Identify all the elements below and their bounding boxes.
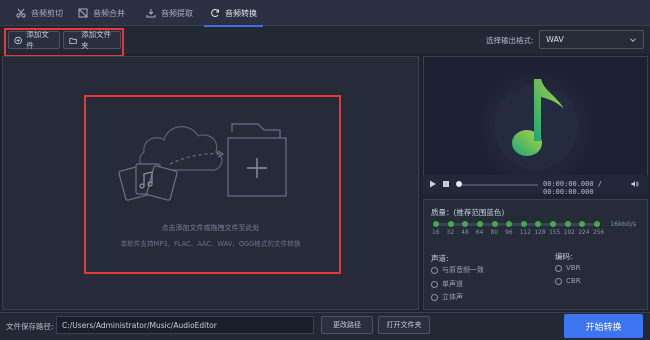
radio-circle xyxy=(431,293,438,301)
encoding-label: 编码: xyxy=(555,252,573,261)
quality-unit: 16kbit/s xyxy=(610,220,637,228)
add-file-label: 添加文件 xyxy=(26,30,49,50)
quality-tick-label: 224 xyxy=(578,230,590,236)
quality-tick-label: 64 xyxy=(475,230,484,236)
drop-illustration xyxy=(118,123,287,201)
channel-option-label: 立体声 xyxy=(442,293,463,301)
start-convert-button[interactable]: 开始转换 xyxy=(564,314,643,338)
quality-tick-label: 96 xyxy=(505,230,513,236)
quality-tick-label: 16 xyxy=(432,230,440,236)
tab-audio-convert[interactable]: 音频转换 xyxy=(204,0,263,27)
quality-dot[interactable] xyxy=(564,221,571,227)
extract-icon xyxy=(146,9,156,18)
quality-dot[interactable] xyxy=(476,221,483,227)
tab-audio-merge-label: 音频合并 xyxy=(93,8,125,18)
quality-dot[interactable] xyxy=(433,221,439,227)
playback-timeline[interactable] xyxy=(458,184,538,186)
preview-panel xyxy=(423,56,648,194)
open-folder-button[interactable]: 打开文件夹 xyxy=(378,316,430,334)
encoding-option-label: CBR xyxy=(566,277,581,285)
supported-formats-text: 本软件支持MP3、FLAC、AAC、WAV、OGG格式的文件转换 xyxy=(120,240,301,248)
merge-icon xyxy=(78,8,88,18)
scissors-icon xyxy=(16,8,26,18)
radio-circle xyxy=(555,277,562,285)
quality-tick-label: 155 xyxy=(549,230,561,236)
folder-icon xyxy=(69,37,77,44)
quality-tick-label: 112 xyxy=(519,230,531,236)
tab-audio-cut[interactable]: 音频剪切 xyxy=(16,0,63,26)
music-note-icon xyxy=(474,65,598,189)
convert-icon xyxy=(211,8,219,17)
play-icon[interactable] xyxy=(429,180,437,188)
output-format-value: WAV xyxy=(546,35,564,44)
tab-audio-merge[interactable]: 音频合并 xyxy=(78,0,125,26)
encoding-option-vbr[interactable]: VBR xyxy=(555,264,580,272)
output-format-label: 选择输出格式: xyxy=(486,36,534,45)
drag-arrow-icon xyxy=(169,153,223,165)
channel-option-label: 单声道 xyxy=(442,280,463,288)
channel-option-label: 与原音频一致 xyxy=(442,266,484,274)
add-folder-button[interactable]: 添加文件夹 xyxy=(63,30,121,50)
save-path-input[interactable]: C:/Users/Administrator/Music/AudioEditor xyxy=(56,316,314,334)
add-folder-label: 添加文件夹 xyxy=(81,30,112,50)
folder-plus-icon xyxy=(227,123,287,197)
add-file-button[interactable]: 添加文件 xyxy=(8,30,60,50)
quality-tick-label: 128 xyxy=(534,230,546,236)
tab-audio-extract-label: 音频提取 xyxy=(161,8,193,18)
tab-audio-cut-label: 音频剪切 xyxy=(31,8,63,18)
music-files-icon xyxy=(118,163,178,201)
save-path-label: 文件保存路径: xyxy=(6,322,54,331)
channel-option-stereo[interactable]: 立体声 xyxy=(431,292,463,302)
quality-dot[interactable] xyxy=(447,221,454,227)
drop-hint-text: 点击添加文件或拖拽文件至此处 xyxy=(161,224,260,232)
quality-tick-label: 32 xyxy=(446,230,455,236)
quality-label: 质量：(推荐范围蓝色) xyxy=(431,208,505,217)
quality-dot[interactable] xyxy=(594,221,600,227)
radio-circle xyxy=(555,264,562,272)
encoding-option-label: VBR xyxy=(566,264,581,272)
plus-circle-icon xyxy=(14,36,22,44)
chevron-down-icon xyxy=(630,37,636,42)
quality-dot[interactable] xyxy=(520,221,527,227)
stop-icon[interactable] xyxy=(442,180,450,188)
quality-tick-label: 256 xyxy=(593,230,605,236)
volume-icon[interactable] xyxy=(631,180,639,188)
quality-dot[interactable] xyxy=(491,221,498,227)
channel-option-original[interactable]: 与原音频一致 xyxy=(431,265,484,275)
channel-label: 声道: xyxy=(431,254,449,263)
change-path-button[interactable]: 更改路径 xyxy=(321,316,373,334)
encoding-option-cbr[interactable]: CBR xyxy=(555,277,581,285)
radio-circle xyxy=(431,266,438,274)
quality-tick-label: 80 xyxy=(490,230,498,236)
quality-slider-track[interactable] xyxy=(435,223,600,226)
channel-option-mono[interactable]: 单声道 xyxy=(431,279,463,289)
radio-circle xyxy=(431,280,438,288)
tab-audio-extract[interactable]: 音频提取 xyxy=(146,0,193,26)
tab-audio-convert-label: 音频转换 xyxy=(225,8,257,18)
playback-knob[interactable] xyxy=(456,181,462,187)
quality-tick-label: 192 xyxy=(563,230,575,236)
quality-tick-label: 48 xyxy=(461,230,469,236)
output-format-select[interactable]: WAV xyxy=(539,30,644,49)
